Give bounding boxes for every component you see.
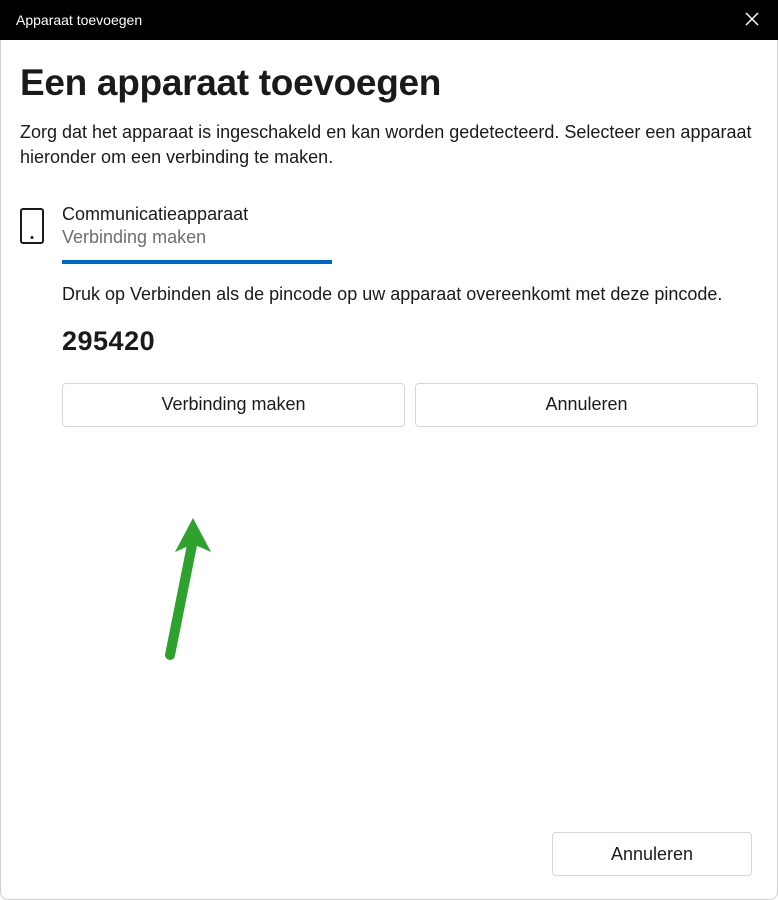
device-icon-wrap [20,204,44,244]
arrow-annotation [155,510,235,675]
pin-code: 295420 [62,326,758,357]
titlebar-title: Apparaat toevoegen [16,12,142,28]
dialog-content: Een apparaat toevoegen Zorg dat het appa… [0,40,778,900]
close-button[interactable] [742,10,762,30]
connect-button[interactable]: Verbinding maken [62,383,405,427]
close-icon [745,12,759,29]
progress-bar [62,260,332,264]
device-button-row: Verbinding maken Annuleren [62,383,758,427]
device-name: Communicatieapparaat [62,204,758,225]
page-title: Een apparaat toevoegen [20,62,758,104]
cancel-inline-button[interactable]: Annuleren [415,383,758,427]
titlebar: Apparaat toevoegen [0,0,778,40]
phone-icon [20,208,44,244]
dialog-footer: Annuleren [552,832,752,876]
cancel-footer-button[interactable]: Annuleren [552,832,752,876]
page-subtitle: Zorg dat het apparaat is ingeschakeld en… [20,120,758,170]
pin-instruction: Druk op Verbinden als de pincode op uw a… [62,282,758,307]
device-info: Communicatieapparaat Verbinding maken Dr… [62,204,758,426]
device-status: Verbinding maken [62,227,758,248]
device-item[interactable]: Communicatieapparaat Verbinding maken Dr… [20,204,758,426]
